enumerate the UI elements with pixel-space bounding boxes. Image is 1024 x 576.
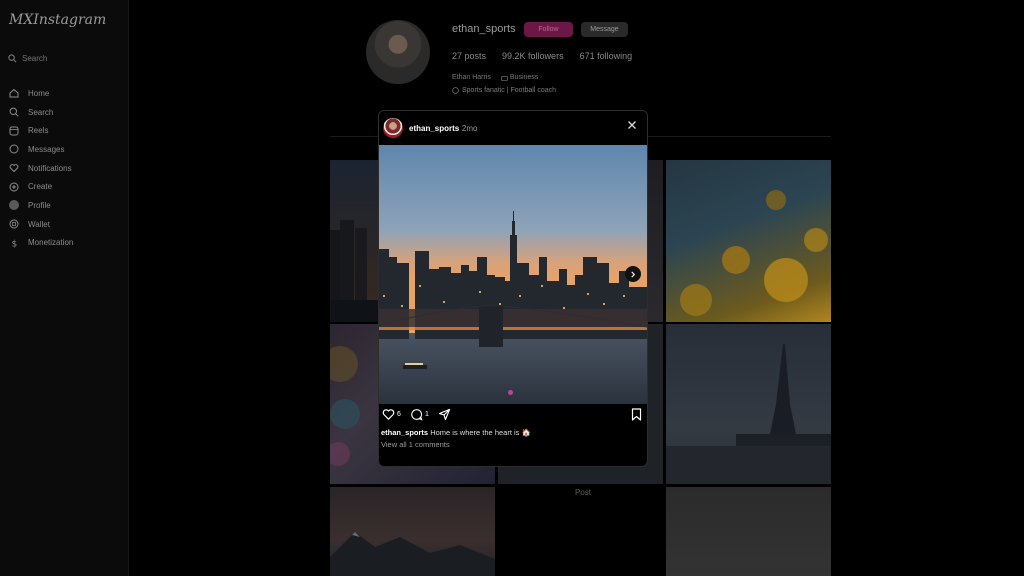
- post-username[interactable]: ethan_sports: [409, 124, 459, 133]
- next-slide-button[interactable]: [625, 266, 641, 282]
- grid-post[interactable]: [666, 487, 831, 576]
- mountain-thumbnail: [330, 532, 495, 576]
- briefcase-icon: [501, 75, 508, 81]
- post-image: [379, 145, 647, 404]
- profile-avatar: [366, 20, 430, 84]
- sidebar-item-label: Home: [28, 88, 50, 98]
- carousel-indicator: [508, 390, 513, 395]
- post-placeholder-label: Post: [575, 488, 592, 497]
- profile-header: ethan_sports Follow Message 27 posts 99.…: [366, 17, 686, 107]
- post-actions: 6 1: [379, 408, 647, 424]
- close-icon[interactable]: [627, 120, 637, 130]
- share-icon[interactable]: [438, 408, 451, 421]
- caption-username[interactable]: ethan_sports: [381, 428, 428, 437]
- sidebar-item-label: Profile: [28, 200, 51, 210]
- post-caption: ethan_sports Home is where the heart is …: [381, 428, 531, 437]
- home-icon: [9, 89, 19, 98]
- sidebar: MXInstagram Search Home Search Reels Mes…: [0, 0, 129, 576]
- follow-button[interactable]: Follow: [524, 22, 573, 37]
- search-icon: [8, 53, 17, 62]
- sidebar-item-label: Reels: [28, 126, 49, 136]
- flowers-thumbnail: [680, 190, 828, 316]
- post-modal: ethan_sports · 2mo 6 1 ethan_sports Home…: [378, 110, 648, 467]
- sidebar-item-label: Monetization: [28, 238, 74, 248]
- profile-username: ethan_sports: [452, 23, 516, 35]
- profile-name: Ethan Harris: [452, 74, 491, 81]
- sidebar-nav: Home Search Reels Messages Notifications…: [9, 84, 73, 252]
- sidebar-item-notifications[interactable]: Notifications: [9, 159, 73, 178]
- profile-bio: Sports fanatic | Football coach: [452, 87, 556, 94]
- grid-post[interactable]: Post: [498, 487, 663, 576]
- sidebar-item-label: Messages: [28, 144, 65, 154]
- like-count: 6: [397, 411, 401, 418]
- sidebar-item-label: Wallet: [28, 219, 50, 229]
- avatar: [9, 200, 19, 211]
- app-logo[interactable]: MXInstagram: [9, 12, 106, 28]
- chevron-right-icon: [631, 270, 636, 278]
- business-badge: Business: [501, 74, 538, 81]
- post-header: ethan_sports · 2mo: [379, 111, 647, 145]
- search-placeholder: Search: [22, 53, 48, 63]
- dollar-icon: $: [12, 239, 18, 248]
- eiffel-thumbnail: [666, 344, 831, 484]
- heart-icon[interactable]: [382, 408, 395, 421]
- post-time: · 2mo: [457, 124, 478, 133]
- profile-name-row: Ethan Harris Business: [452, 74, 538, 81]
- profile-stats: 27 posts 99.2K followers 671 following: [452, 51, 632, 61]
- comment-count: 1: [425, 411, 429, 418]
- grid-post[interactable]: [666, 160, 831, 322]
- reels-icon: [9, 126, 19, 136]
- sidebar-item-search[interactable]: Search: [9, 103, 73, 122]
- caption-text: Home is where the heart is 🏠: [430, 428, 531, 437]
- sidebar-item-label: Search: [28, 107, 54, 117]
- svg-text:$: $: [12, 239, 18, 248]
- sidebar-item-messages[interactable]: Messages: [9, 140, 73, 159]
- search-icon: [9, 107, 19, 117]
- sidebar-search[interactable]: Search: [8, 50, 118, 66]
- sidebar-item-create[interactable]: Create: [9, 177, 73, 196]
- sidebar-item-profile[interactable]: Profile: [9, 196, 73, 215]
- sidebar-item-home[interactable]: Home: [9, 84, 73, 103]
- heart-icon: [9, 164, 19, 173]
- grid-post[interactable]: [666, 324, 831, 484]
- sidebar-item-reels[interactable]: Reels: [9, 121, 73, 140]
- plus-icon: [9, 182, 19, 192]
- comment-icon[interactable]: [410, 408, 423, 421]
- message-button[interactable]: Message: [581, 22, 628, 37]
- sidebar-item-wallet[interactable]: Wallet: [9, 215, 73, 234]
- followers-count[interactable]: 99.2K followers: [502, 51, 564, 61]
- posts-count: 27 posts: [452, 51, 487, 61]
- sidebar-item-monetization[interactable]: $ Monetization: [9, 234, 74, 253]
- messages-icon: [9, 144, 19, 154]
- view-comments-link[interactable]: View all 1 comments: [381, 440, 450, 449]
- post-avatar[interactable]: [383, 118, 403, 138]
- following-count[interactable]: 671 following: [580, 51, 633, 61]
- sidebar-item-label: Create: [28, 182, 53, 192]
- wallet-icon: [9, 219, 19, 229]
- globe-icon: [452, 87, 459, 94]
- grid-post[interactable]: [330, 487, 495, 576]
- bookmark-icon[interactable]: [631, 408, 642, 421]
- sidebar-item-label: Notifications: [28, 163, 72, 173]
